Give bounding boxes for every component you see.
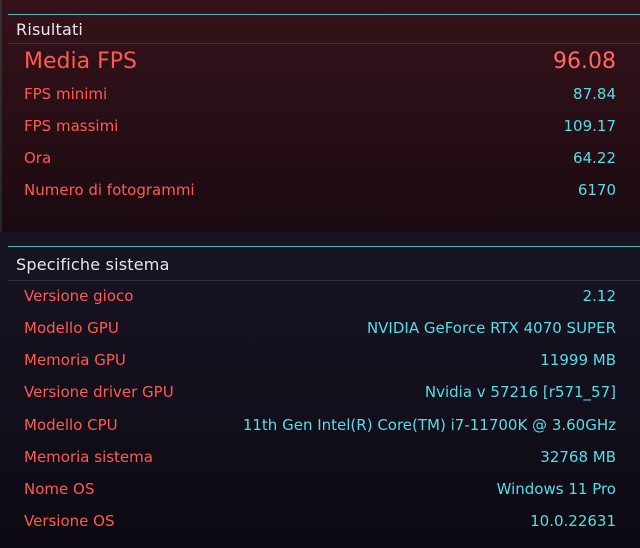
panel-edge — [0, 0, 2, 232]
specs-title: Specifiche sistema — [16, 255, 170, 274]
spec-value: NVIDIA GeForce RTX 4070 SUPER — [366, 319, 616, 337]
results-top-divider — [8, 14, 640, 15]
spec-row-gpu-model: Modello GPU NVIDIA GeForce RTX 4070 SUPE… — [24, 315, 616, 341]
spec-row-gpu-driver: Versione driver GPU Nvidia v 57216 [r571… — [24, 379, 616, 405]
stat-value: 6170 — [577, 181, 616, 199]
stat-row-frame-count: Numero di fotogrammi 6170 — [24, 177, 616, 203]
spec-label: Versione gioco — [24, 287, 134, 305]
results-panel: Risultati Media FPS 96.08 FPS minimi 87.… — [0, 0, 640, 232]
spec-value: 11999 MB — [540, 351, 616, 369]
stat-row-max-fps: FPS massimi 109.17 — [24, 113, 616, 139]
spec-label: Versione driver GPU — [24, 383, 174, 401]
spec-label: Memoria sistema — [24, 448, 153, 466]
results-title: Risultati — [16, 20, 84, 39]
stat-row-average-fps: Media FPS 96.08 — [24, 48, 616, 74]
spec-label: Modello GPU — [24, 319, 119, 337]
spec-row-gpu-memory: Memoria GPU 11999 MB — [24, 347, 616, 373]
specs-title-rule — [8, 280, 640, 281]
spec-label: Nome OS — [24, 480, 95, 498]
spec-value: 11th Gen Intel(R) Core(TM) i7-11700K @ 3… — [242, 416, 616, 434]
spec-row-game-version: Versione gioco 2.12 — [24, 283, 616, 309]
stat-label: FPS minimi — [24, 85, 108, 103]
spec-value: Nvidia v 57216 [r571_57] — [424, 383, 616, 401]
spec-label: Memoria GPU — [24, 351, 126, 369]
spec-value: 2.12 — [582, 287, 616, 305]
average-fps-label: Media FPS — [24, 48, 137, 74]
stat-label: Numero di fotogrammi — [24, 181, 195, 199]
spec-row-os-version: Versione OS 10.0.22631 — [24, 508, 616, 534]
spec-label: Modello CPU — [24, 416, 118, 434]
spec-row-cpu-model: Modello CPU 11th Gen Intel(R) Core(TM) i… — [24, 412, 616, 438]
stat-row-time: Ora 64.22 — [24, 145, 616, 171]
specs-top-divider — [8, 246, 640, 247]
spec-row-os-name: Nome OS Windows 11 Pro — [24, 476, 616, 502]
results-title-rule — [8, 43, 640, 44]
stat-value: 109.17 — [563, 117, 617, 135]
stat-row-min-fps: FPS minimi 87.84 — [24, 81, 616, 107]
average-fps-value: 96.08 — [553, 48, 616, 74]
spec-label: Versione OS — [24, 512, 115, 530]
spec-value: Windows 11 Pro — [496, 480, 616, 498]
stat-label: Ora — [24, 149, 52, 167]
stat-value: 87.84 — [573, 85, 616, 103]
spec-value: 10.0.22631 — [530, 512, 616, 530]
stat-value: 64.22 — [573, 149, 616, 167]
stat-label: FPS massimi — [24, 117, 119, 135]
spec-row-system-memory: Memoria sistema 32768 MB — [24, 444, 616, 470]
spec-value: 32768 MB — [540, 448, 616, 466]
